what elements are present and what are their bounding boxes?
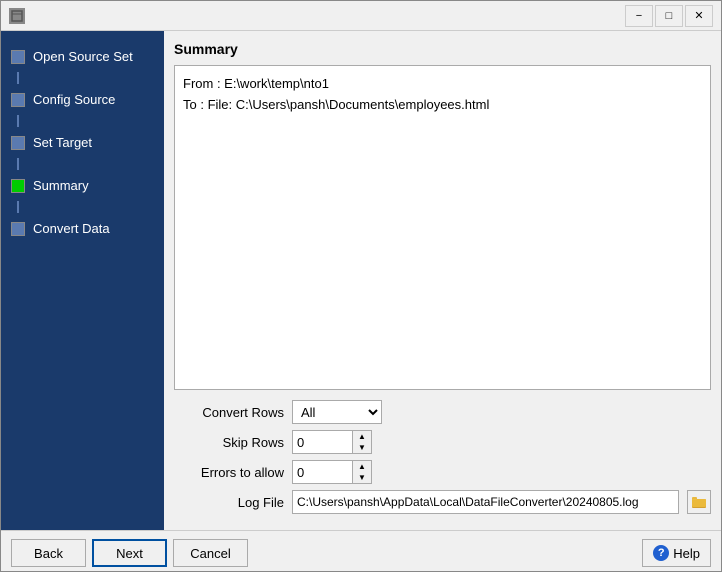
help-label: Help xyxy=(673,546,700,561)
connector-3 xyxy=(17,158,19,170)
btn-left-group: Back Next Cancel xyxy=(11,539,248,567)
back-button[interactable]: Back xyxy=(11,539,86,567)
sidebar-label-summary: Summary xyxy=(33,178,89,193)
errors-up-btn[interactable]: ▲ xyxy=(353,461,371,472)
skip-rows-spinner: ▲ ▼ xyxy=(292,430,372,454)
help-icon: ? xyxy=(653,545,669,561)
step-indicator-open-source-set xyxy=(11,50,25,64)
convert-rows-row: Convert Rows All Custom xyxy=(174,400,711,424)
app-icon xyxy=(9,8,25,24)
title-bar-controls: − □ ✕ xyxy=(625,5,713,27)
step-indicator-config-source xyxy=(11,93,25,107)
skip-rows-up-btn[interactable]: ▲ xyxy=(353,431,371,442)
errors-spinner-btns: ▲ ▼ xyxy=(352,460,372,484)
errors-to-allow-input[interactable] xyxy=(292,460,352,484)
section-title: Summary xyxy=(174,41,711,57)
skip-rows-spinner-btns: ▲ ▼ xyxy=(352,430,372,454)
main-window: − □ ✕ Open Source Set Config Source Set … xyxy=(0,0,722,572)
convert-rows-dropdown[interactable]: All Custom xyxy=(292,400,382,424)
form-section: Convert Rows All Custom Skip Rows ▲ xyxy=(174,400,711,520)
maximize-button[interactable]: □ xyxy=(655,5,683,27)
cancel-button[interactable]: Cancel xyxy=(173,539,248,567)
close-button[interactable]: ✕ xyxy=(685,5,713,27)
errors-down-btn[interactable]: ▼ xyxy=(353,472,371,483)
errors-to-allow-label: Errors to allow xyxy=(174,465,284,480)
step-indicator-convert-data xyxy=(11,222,25,236)
sidebar-item-open-source-set[interactable]: Open Source Set xyxy=(1,41,164,72)
sidebar: Open Source Set Config Source Set Target… xyxy=(1,31,164,530)
errors-spinner: ▲ ▼ xyxy=(292,460,372,484)
convert-rows-label: Convert Rows xyxy=(174,405,284,420)
skip-rows-label: Skip Rows xyxy=(174,435,284,450)
step-indicator-summary xyxy=(11,179,25,193)
errors-to-allow-row: Errors to allow ▲ ▼ xyxy=(174,460,711,484)
summary-line-1: From : E:\work\temp\nto1 xyxy=(183,74,702,95)
main-content: Open Source Set Config Source Set Target… xyxy=(1,31,721,530)
sidebar-label-set-target: Set Target xyxy=(33,135,92,150)
minimize-button[interactable]: − xyxy=(625,5,653,27)
log-file-label: Log File xyxy=(174,495,284,510)
next-button[interactable]: Next xyxy=(92,539,167,567)
button-bar: Back Next Cancel ? Help xyxy=(1,530,721,571)
help-button[interactable]: ? Help xyxy=(642,539,711,567)
sidebar-item-convert-data[interactable]: Convert Data xyxy=(1,213,164,244)
btn-right-group: ? Help xyxy=(642,539,711,567)
log-file-row: Log File xyxy=(174,490,711,514)
sidebar-item-summary[interactable]: Summary xyxy=(1,170,164,201)
folder-icon xyxy=(692,496,706,508)
log-file-browse-button[interactable] xyxy=(687,490,711,514)
step-indicator-set-target xyxy=(11,136,25,150)
sidebar-label-convert-data: Convert Data xyxy=(33,221,110,236)
connector-2 xyxy=(17,115,19,127)
summary-box: From : E:\work\temp\nto1 To : File: C:\U… xyxy=(174,65,711,390)
log-file-input[interactable] xyxy=(292,490,679,514)
skip-rows-down-btn[interactable]: ▼ xyxy=(353,442,371,453)
summary-line-2: To : File: C:\Users\pansh\Documents\empl… xyxy=(183,95,702,116)
title-bar-left xyxy=(9,8,25,24)
sidebar-item-set-target[interactable]: Set Target xyxy=(1,127,164,158)
right-panel: Summary From : E:\work\temp\nto1 To : Fi… xyxy=(164,31,721,530)
skip-rows-row: Skip Rows ▲ ▼ xyxy=(174,430,711,454)
sidebar-label-config-source: Config Source xyxy=(33,92,115,107)
sidebar-item-config-source[interactable]: Config Source xyxy=(1,84,164,115)
sidebar-label-open-source-set: Open Source Set xyxy=(33,49,133,64)
title-bar: − □ ✕ xyxy=(1,1,721,31)
connector-4 xyxy=(17,201,19,213)
convert-rows-control: All Custom xyxy=(292,400,382,424)
skip-rows-input[interactable] xyxy=(292,430,352,454)
connector-1 xyxy=(17,72,19,84)
